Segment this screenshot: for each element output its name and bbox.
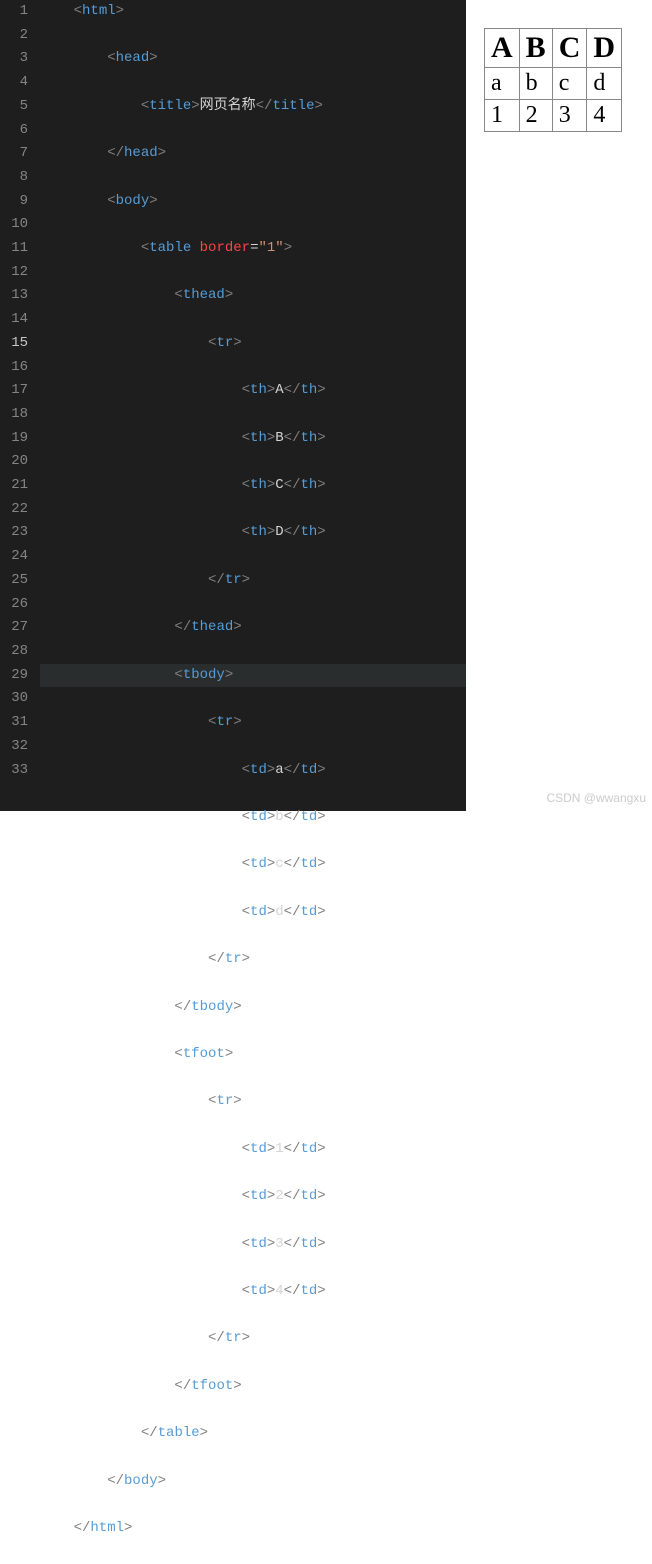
- line-number: 25: [0, 569, 28, 593]
- line-number: 6: [0, 119, 28, 143]
- table-header-cell: D: [587, 29, 622, 68]
- table-body-row: abcd: [485, 68, 622, 100]
- code-line[interactable]: </tbody>: [40, 996, 466, 1020]
- table-header-cell: A: [485, 29, 520, 68]
- code-line[interactable]: <tbody>: [40, 664, 466, 688]
- code-editor[interactable]: 1234567891011121314151617181920212223242…: [0, 0, 466, 811]
- code-line[interactable]: <body>: [40, 190, 466, 214]
- code-line[interactable]: <th>D</th>: [40, 521, 466, 545]
- code-line[interactable]: <tr>: [40, 711, 466, 735]
- line-number: 5: [0, 95, 28, 119]
- table-header-cell: C: [552, 29, 587, 68]
- table-cell: 4: [587, 100, 622, 132]
- code-line[interactable]: <td>b</td>: [40, 806, 466, 830]
- table-footer-row: 1234: [485, 100, 622, 132]
- line-number: 26: [0, 593, 28, 617]
- line-number: 12: [0, 261, 28, 285]
- code-content[interactable]: <html> <head> <title>网页名称</title> </head…: [40, 0, 466, 1564]
- line-number: 14: [0, 308, 28, 332]
- code-line[interactable]: </tfoot>: [40, 1375, 466, 1399]
- code-line[interactable]: </head>: [40, 142, 466, 166]
- code-line[interactable]: </thead>: [40, 616, 466, 640]
- line-number-gutter: 1234567891011121314151617181920212223242…: [0, 0, 40, 1564]
- table-cell: d: [587, 68, 622, 100]
- watermark: CSDN @wwangxu: [546, 791, 646, 805]
- code-line[interactable]: <th>B</th>: [40, 427, 466, 451]
- code-line[interactable]: </tr>: [40, 569, 466, 593]
- line-number: 24: [0, 545, 28, 569]
- code-line[interactable]: <table border="1">: [40, 237, 466, 261]
- code-line[interactable]: <td>3</td>: [40, 1233, 466, 1257]
- line-number: 13: [0, 284, 28, 308]
- code-line[interactable]: <tfoot>: [40, 1043, 466, 1067]
- line-number: 15: [0, 332, 28, 356]
- line-number: 18: [0, 403, 28, 427]
- code-line[interactable]: <tr>: [40, 332, 466, 356]
- line-number: 31: [0, 711, 28, 735]
- code-line[interactable]: <td>d</td>: [40, 901, 466, 925]
- code-line[interactable]: </table>: [40, 1422, 466, 1446]
- line-number: 29: [0, 664, 28, 688]
- table-header-row: ABCD: [485, 29, 622, 68]
- line-number: 9: [0, 190, 28, 214]
- table-cell: 2: [519, 100, 552, 132]
- code-line[interactable]: <thead>: [40, 284, 466, 308]
- line-number: 8: [0, 166, 28, 190]
- table-cell: 3: [552, 100, 587, 132]
- line-number: 17: [0, 379, 28, 403]
- code-line[interactable]: </tr>: [40, 948, 466, 972]
- code-line[interactable]: <th>A</th>: [40, 379, 466, 403]
- line-number: 30: [0, 687, 28, 711]
- line-number: 4: [0, 71, 28, 95]
- code-line[interactable]: <html>: [40, 0, 466, 24]
- code-line[interactable]: <td>2</td>: [40, 1185, 466, 1209]
- code-line[interactable]: <td>a</td>: [40, 759, 466, 783]
- line-number: 7: [0, 142, 28, 166]
- line-number: 2: [0, 24, 28, 48]
- code-line[interactable]: <td>4</td>: [40, 1280, 466, 1304]
- line-number: 23: [0, 521, 28, 545]
- code-line[interactable]: <head>: [40, 47, 466, 71]
- table-cell: b: [519, 68, 552, 100]
- line-number: 1: [0, 0, 28, 24]
- code-line[interactable]: </body>: [40, 1470, 466, 1494]
- rendered-table: ABCD abcd 1234: [484, 28, 622, 132]
- line-number: 19: [0, 427, 28, 451]
- table-header-cell: B: [519, 29, 552, 68]
- table-cell: a: [485, 68, 520, 100]
- code-line[interactable]: </tr>: [40, 1327, 466, 1351]
- table-cell: 1: [485, 100, 520, 132]
- browser-preview: ABCD abcd 1234 CSDN @wwangxu: [466, 0, 652, 811]
- code-area[interactable]: 1234567891011121314151617181920212223242…: [0, 0, 466, 1564]
- line-number: 27: [0, 616, 28, 640]
- line-number: 33: [0, 759, 28, 783]
- line-number: 11: [0, 237, 28, 261]
- code-line[interactable]: <td>1</td>: [40, 1138, 466, 1162]
- code-line[interactable]: <td>c</td>: [40, 853, 466, 877]
- line-number: 21: [0, 474, 28, 498]
- line-number: 28: [0, 640, 28, 664]
- line-number: 10: [0, 213, 28, 237]
- line-number: 3: [0, 47, 28, 71]
- code-line[interactable]: <title>网页名称</title>: [40, 95, 466, 119]
- line-number: 32: [0, 735, 28, 759]
- line-number: 22: [0, 498, 28, 522]
- line-number: 16: [0, 356, 28, 380]
- code-line[interactable]: <th>C</th>: [40, 474, 466, 498]
- line-number: 20: [0, 450, 28, 474]
- table-cell: c: [552, 68, 587, 100]
- code-line[interactable]: <tr>: [40, 1090, 466, 1114]
- code-line[interactable]: </html>: [40, 1517, 466, 1541]
